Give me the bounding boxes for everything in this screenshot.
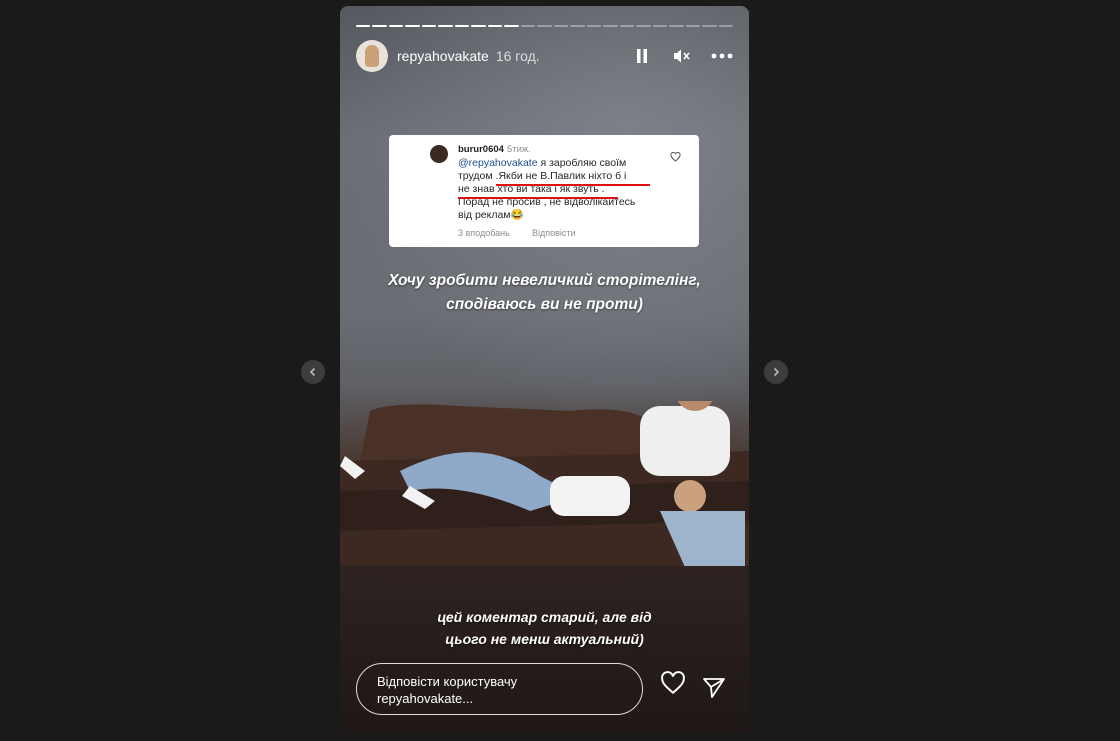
commenter-line: burur0604 5тиж.	[458, 144, 531, 155]
red-underline-1	[496, 184, 650, 186]
chevron-right-icon	[773, 367, 780, 377]
progress-segment	[718, 25, 734, 27]
progress-segment	[603, 25, 618, 27]
caption-top-line-2: сподіваюсь ви не проти)	[446, 296, 643, 313]
prev-story-button[interactable]	[301, 360, 325, 384]
progress-segment	[570, 25, 585, 27]
progress-segment	[372, 25, 387, 27]
avatar[interactable]	[356, 40, 388, 72]
reply-input[interactable]: Відповісти користувачу repyahovakate...	[356, 663, 643, 715]
send-icon	[703, 678, 725, 698]
post-time: 16 год.	[495, 48, 540, 64]
progress-segment	[438, 25, 453, 27]
more-icon	[711, 53, 733, 59]
progress-segment	[537, 25, 552, 27]
comment-reply-link: Відповісти	[532, 228, 576, 238]
progress-segment	[553, 25, 569, 27]
next-story-button[interactable]	[764, 360, 788, 384]
caption-top-line-1: Хочу зробити невеличкий сторітелінг,	[388, 272, 701, 289]
red-underline-2	[458, 197, 618, 199]
progress-segment	[356, 25, 371, 27]
progress-segment	[636, 25, 651, 27]
caption-bottom-line-1: цей коментар старий, але від	[437, 609, 652, 625]
comment-likes: 3 вподобань	[458, 228, 510, 238]
comment-heart-icon	[670, 152, 681, 162]
progress-segment	[388, 25, 404, 27]
story-viewer[interactable]: repyahovakate 16 год. burur0604 5тиж. @re…	[340, 6, 749, 733]
reply-placeholder-line-2: repyahovakate...	[377, 691, 474, 706]
progress-segment	[586, 25, 602, 27]
progress-segment	[685, 25, 701, 27]
progress-segment	[619, 25, 635, 27]
progress-segment	[520, 25, 536, 27]
progress-segment	[421, 25, 437, 27]
pause-button[interactable]	[631, 45, 653, 67]
comment-screenshot-card: burur0604 5тиж. @repyahovakate я заробляю…	[389, 135, 699, 247]
progress-segment	[652, 25, 668, 27]
comment-mention: @repyahovakate	[458, 157, 538, 169]
progress-segment	[487, 25, 503, 27]
reply-placeholder-line-1: Відповісти користувачу	[377, 674, 518, 689]
comment-line-5: від реклам😂	[458, 209, 524, 221]
comment-text: @repyahovakate я заробляю своїм трудом .…	[458, 157, 663, 222]
progress-segment	[702, 25, 717, 27]
heart-icon	[661, 671, 685, 695]
commenter-name: burur0604	[458, 144, 504, 155]
comment-age: 5тиж.	[506, 144, 531, 155]
send-button[interactable]	[702, 677, 726, 704]
username[interactable]: repyahovakate	[397, 48, 489, 64]
like-button[interactable]	[660, 671, 686, 700]
progress-segment	[504, 25, 519, 27]
story-header: repyahovakate 16 год.	[356, 40, 733, 72]
caption-bottom: цей коментар старий, але від цього не ме…	[340, 606, 749, 650]
mute-button[interactable]	[671, 45, 693, 67]
comment-line-2: трудом .Якби не В.Павлик ніхто б і	[458, 170, 627, 182]
progress-segment	[405, 25, 420, 27]
caption-top: Хочу зробити невеличкий сторітелінг, спо…	[340, 269, 749, 317]
commenter-avatar	[430, 145, 448, 163]
story-progress-bar	[356, 25, 734, 27]
more-options-button[interactable]	[711, 45, 733, 67]
progress-segment	[471, 25, 486, 27]
mute-icon	[674, 49, 690, 63]
caption-bottom-line-2: цього не менш актуальний)	[445, 631, 644, 647]
comment-line-1: я заробляю своїм	[537, 157, 627, 169]
progress-segment	[669, 25, 684, 27]
progress-segment	[454, 25, 470, 27]
chevron-left-icon	[309, 367, 316, 377]
pause-icon	[637, 49, 647, 63]
